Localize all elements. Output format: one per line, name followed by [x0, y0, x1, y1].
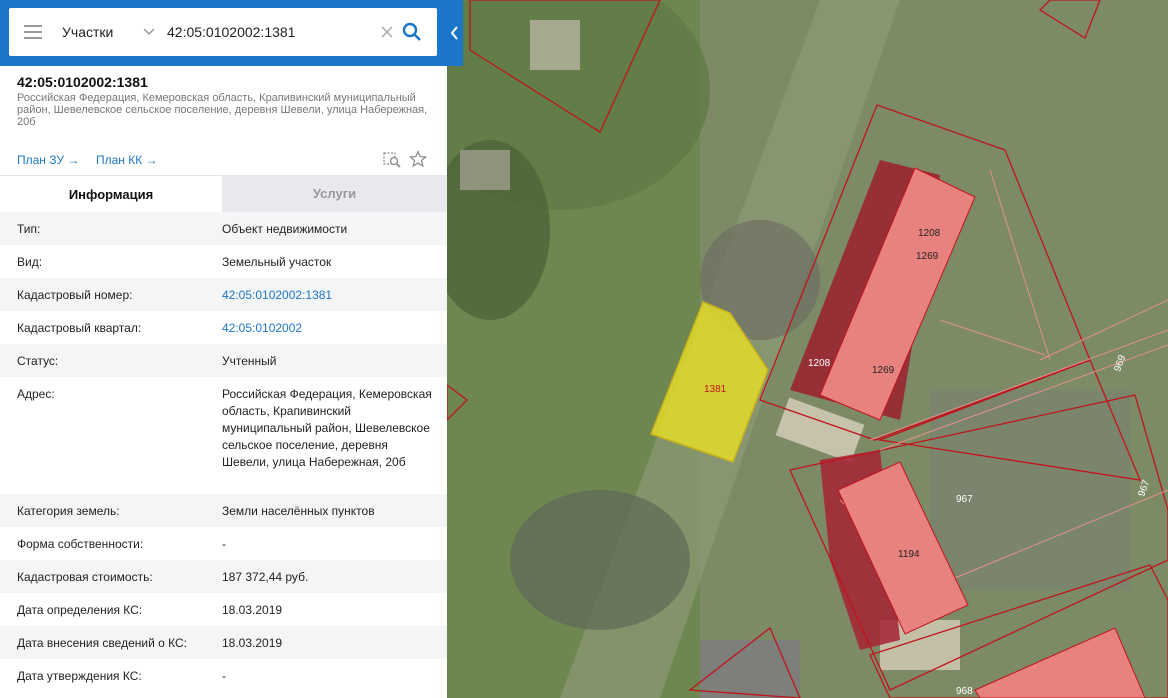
info-label: Кадастровый квартал:	[17, 320, 142, 335]
info-label: Адрес:	[17, 387, 55, 401]
label-968: 968	[956, 686, 973, 697]
label-1269-b: 1269	[872, 365, 895, 376]
info-label: Дата внесения сведений о КС:	[17, 635, 187, 650]
info-value: 18.03.2019	[222, 602, 283, 617]
info-label: Кадастровый номер:	[17, 287, 133, 302]
label-1208-b: 1208	[808, 358, 831, 369]
info-value: Российская Федерация, Кемеровская област…	[222, 387, 432, 469]
info-value: Земельный участок	[222, 254, 332, 269]
info-label: Дата утверждения КС:	[17, 668, 142, 683]
info-label: Форма собственности:	[17, 536, 144, 551]
info-value: -	[222, 536, 226, 551]
label-967-a: 967	[956, 494, 973, 505]
info-row: Дата определения КС: 18.03.2019	[0, 593, 447, 626]
info-value: 18.03.2019	[222, 635, 283, 650]
object-title: 42:05:0102002:1381	[17, 74, 148, 90]
info-row: Дата внесения сведений о КС: 18.03.2019	[0, 626, 447, 659]
zoom-to-object-icon[interactable]	[383, 150, 401, 168]
info-row: Вид: Земельный участок	[0, 245, 447, 278]
info-table: Тип: Объект недвижимости Вид: Земельный …	[0, 212, 447, 692]
info-row: Кадастровый номер: 42:05:0102002:1381	[0, 278, 447, 311]
label-1269-a: 1269	[916, 251, 939, 262]
label-1194: 1194	[898, 549, 920, 560]
info-row: Форма собственности: -	[0, 527, 447, 560]
label-1208-a: 1208	[918, 228, 941, 239]
info-panel: Участки 42:05:0102002:1381 Российская Фе…	[0, 0, 447, 698]
info-row: Кадастровый квартал: 42:05:0102002	[0, 311, 447, 344]
info-row: Адрес: Российская Федерация, Кемеровская…	[0, 377, 447, 494]
info-row: Дата утверждения КС: -	[0, 659, 447, 692]
info-value: 187 372,44 руб.	[222, 569, 309, 584]
info-label: Вид:	[17, 254, 43, 269]
tab-information[interactable]: Информация	[0, 175, 222, 212]
info-label: Дата определения КС:	[17, 602, 143, 617]
info-value: Земли населённых пунктов	[222, 503, 375, 518]
plan-zu-link[interactable]: План ЗУ →	[17, 153, 79, 167]
tabs: Информация Услуги	[0, 175, 447, 212]
info-label: Кадастровая стоимость:	[17, 569, 153, 584]
info-row: Тип: Объект недвижимости	[0, 212, 447, 245]
search-bar: Участки	[0, 0, 447, 66]
star-icon[interactable]	[409, 150, 427, 168]
collapse-panel-button[interactable]	[447, 0, 463, 66]
info-value: Учтенный	[222, 353, 277, 368]
search-box: Участки	[9, 8, 437, 56]
cadastral-quarter-link[interactable]: 42:05:0102002	[222, 321, 437, 335]
clear-icon[interactable]	[379, 24, 395, 40]
info-value: -	[222, 668, 226, 683]
info-row: Категория земель: Земли населённых пункт…	[0, 494, 447, 527]
info-row: Кадастровая стоимость: 187 372,44 руб.	[0, 560, 447, 593]
info-label: Статус:	[17, 353, 59, 368]
plan-kk-link[interactable]: План КК →	[96, 153, 158, 167]
search-input[interactable]	[167, 20, 377, 44]
info-row: Статус: Учтенный	[0, 344, 447, 377]
info-label: Категория земель:	[17, 503, 120, 518]
object-address: Российская Федерация, Кемеровская област…	[17, 92, 428, 128]
chevron-left-icon	[450, 26, 458, 40]
tab-services[interactable]: Услуги	[222, 175, 447, 212]
menu-icon[interactable]	[24, 25, 42, 39]
cadastral-number-link[interactable]: 42:05:0102002:1381	[222, 288, 437, 302]
chevron-down-icon[interactable]	[142, 25, 156, 39]
label-1381: 1381	[704, 384, 727, 395]
info-value: Объект недвижимости	[222, 221, 348, 236]
search-icon[interactable]	[402, 22, 422, 42]
info-label: Тип:	[17, 221, 41, 236]
